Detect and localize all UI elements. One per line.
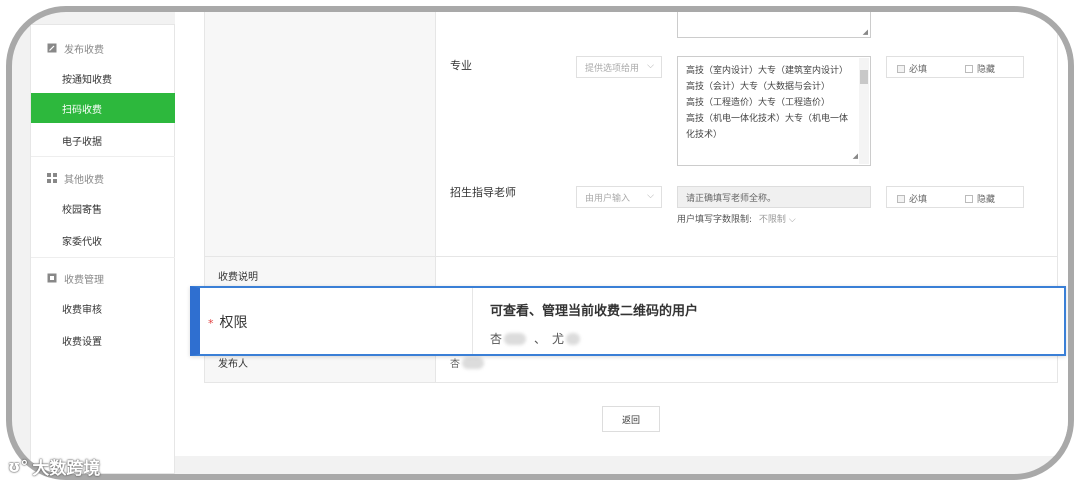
redacted-name (462, 356, 484, 369)
major-flags: 必填 隐藏 (886, 56, 1024, 78)
required-asterisk: * (208, 317, 214, 330)
row-divider (205, 256, 1057, 257)
permission-title: 可查看、管理当前收费二维码的用户 (490, 304, 699, 319)
required-checkbox[interactable]: 必填 (897, 192, 927, 205)
sidebar-item-parent-collect[interactable]: 家委代收 (31, 225, 176, 255)
permission-label: * 权限 (208, 315, 248, 331)
redacted-name (566, 332, 581, 345)
column-divider (472, 288, 473, 354)
manage-icon (47, 273, 57, 283)
length-limit-select[interactable]: 不限制 ⌵ (759, 215, 796, 225)
length-limit: 用户填写字数限制: 不限制 ⌵ (677, 215, 796, 225)
fee-description-label: 收费说明 (218, 272, 258, 283)
sidebar-group-publish: 发布收费 (31, 35, 176, 61)
resize-handle-icon[interactable]: ◢ (853, 148, 858, 164)
logo-icon: ʊ° (8, 457, 29, 476)
scrollbar[interactable] (859, 58, 869, 164)
previous-options-textarea[interactable]: ◢ (677, 12, 871, 38)
resize-handle-icon[interactable]: ◢ (863, 28, 868, 36)
sidebar: 发布收费 按通知收费 扫码收费 电子收据 其他收费 校园寄售 家委代收 收费管理… (30, 24, 176, 474)
sidebar-item-notice-fee[interactable]: 按通知收费 (31, 63, 176, 93)
teacher-flags: 必填 隐藏 (886, 186, 1024, 208)
publisher-label: 发布人 (218, 359, 248, 370)
sidebar-item-campus-sale[interactable]: 校园寄售 (31, 193, 176, 223)
chevron-down-icon: ⌵ (647, 191, 654, 201)
sidebar-item-fee-review[interactable]: 收费审核 (31, 293, 176, 323)
teacher-source-select[interactable]: 由用户输入 ⌵ (576, 186, 662, 208)
sidebar-item-e-receipt[interactable]: 电子收据 (31, 125, 176, 155)
hidden-checkbox[interactable]: 隐藏 (965, 62, 995, 75)
chevron-down-icon: ⌵ (647, 61, 654, 71)
sidebar-divider (31, 156, 176, 157)
permission-users: 杏 、 尤 (490, 330, 582, 347)
grid-icon (47, 173, 57, 183)
screenshot-frame: 发布收费 按通知收费 扫码收费 电子收据 其他收费 校园寄售 家委代收 收费管理… (6, 6, 1074, 480)
edit-icon (47, 43, 57, 53)
major-options-textarea[interactable]: 高技（室内设计）大专（建筑室内设计） 高技（会计）大专（大数据与会计） 高技（工… (677, 56, 871, 166)
redacted-name (504, 332, 527, 345)
option-line: 高技（室内设计）大专（建筑室内设计） (686, 66, 849, 76)
sidebar-item-scan-fee[interactable]: 扫码收费 (31, 93, 176, 123)
required-checkbox[interactable]: 必填 (897, 62, 927, 75)
teacher-input[interactable]: 请正确填写老师全称。 (677, 186, 871, 208)
chevron-down-icon: ⌵ (788, 215, 796, 225)
watermark: ʊ° 大数跨境 (8, 457, 101, 479)
permission-row-highlight[interactable]: * 权限 可查看、管理当前收费二维码的用户 杏 、 尤 (190, 286, 1066, 356)
option-line: 高技（工程造价）大专（工程造价） (686, 98, 831, 108)
hidden-checkbox[interactable]: 隐藏 (965, 192, 995, 205)
sidebar-item-fee-settings[interactable]: 收费设置 (31, 325, 176, 355)
option-line: 高技（会计）大专（大数据与会计） (686, 82, 831, 92)
sidebar-group-manage: 收费管理 (31, 265, 176, 291)
back-button[interactable]: 返回 (602, 406, 660, 432)
teacher-label: 招生指导老师 (450, 186, 516, 199)
option-line: 高技（机电一体化技术）大专（机电一体化技术） (686, 114, 849, 140)
sidebar-group-other: 其他收费 (31, 165, 176, 191)
major-source-select[interactable]: 提供选项给用 ⌵ (576, 56, 662, 78)
scrollbar-thumb[interactable] (860, 70, 868, 84)
major-label: 专业 (450, 59, 472, 72)
sidebar-divider (31, 257, 176, 258)
publisher-value: 杏 (450, 355, 486, 370)
